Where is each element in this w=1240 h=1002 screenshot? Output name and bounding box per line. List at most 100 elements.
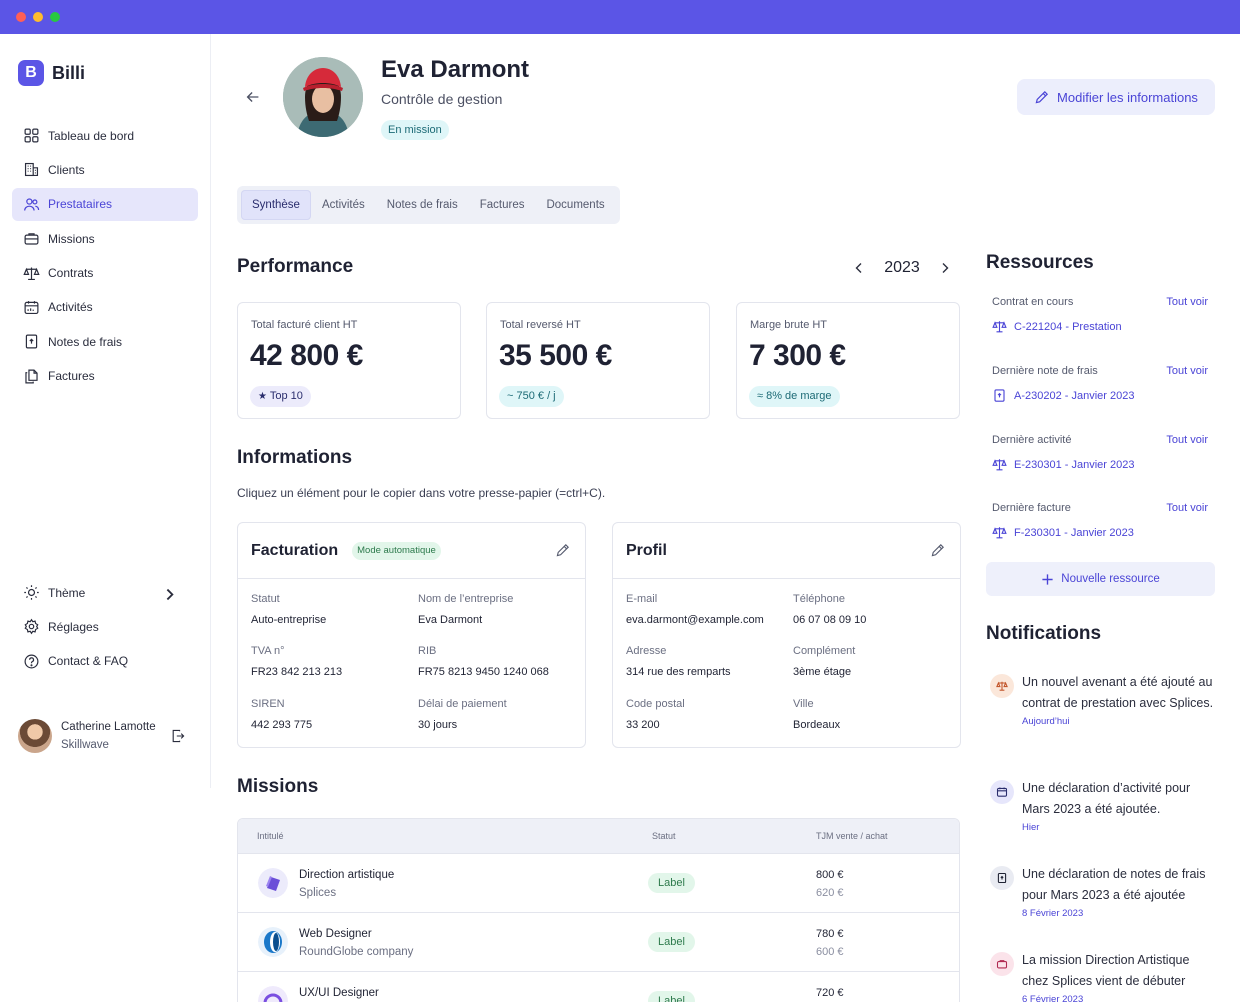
sidebar-item-prestataires[interactable]: Prestataires: [12, 187, 198, 221]
column-header-intitule[interactable]: Intitulé: [257, 831, 284, 841]
status-label: Label: [648, 991, 695, 1002]
field-label: Délai de paiement: [418, 698, 507, 710]
table-row[interactable]: Web Designer RoundGlobe company Label 780…: [238, 913, 959, 972]
see-all-link[interactable]: Tout voir: [1166, 296, 1208, 308]
sidebar-item-activites[interactable]: Activités: [12, 291, 198, 324]
window-close-button[interactable]: [16, 12, 26, 22]
scale-icon: [996, 681, 1008, 691]
field-label: Complément: [793, 645, 856, 657]
resource-facture: Dernière facture Tout voir F-230301 - Ja…: [992, 502, 1208, 552]
see-all-link[interactable]: Tout voir: [1166, 365, 1208, 377]
card-header: Facturation Mode automatique: [238, 523, 585, 579]
column-header-statut[interactable]: Statut: [652, 831, 676, 841]
field-ville[interactable]: Ville Bordeaux: [793, 694, 840, 736]
kpi-card-marge-brute: Marge brute HT 7 300 € ≈ 8% de marge: [736, 302, 960, 419]
window-maximize-button[interactable]: [50, 12, 60, 22]
table-row[interactable]: Direction artistique Splices Label 800 € 6…: [238, 854, 959, 913]
field-value: FR23 842 213 213: [251, 666, 343, 678]
back-arrow-icon[interactable]: [244, 88, 262, 106]
current-user[interactable]: Catherine Lamotte Skillwave: [18, 716, 198, 756]
briefcase-icon: [996, 960, 1008, 969]
pencil-icon[interactable]: [930, 542, 946, 558]
logout-icon[interactable]: [170, 728, 186, 744]
tjm-buy: 620 €: [816, 887, 844, 899]
sidebar-item-reglages[interactable]: Réglages: [12, 610, 198, 643]
field-label: RIB: [418, 645, 437, 657]
tab-synthese[interactable]: Synthèse: [241, 190, 311, 220]
resource-link[interactable]: F-230301 - Janvier 2023: [992, 525, 1134, 540]
field-code-postal[interactable]: Code postal 33 200: [626, 694, 685, 736]
sidebar-item-contrats[interactable]: Contrats: [12, 257, 198, 290]
resource-note-de-frais: Dernière note de frais Tout voir A-23020…: [992, 365, 1208, 415]
edit-profile-button[interactable]: Modifier les informations: [1017, 79, 1215, 115]
field-label: Statut: [251, 593, 280, 605]
resource-link[interactable]: E-230301 - Janvier 2023: [992, 457, 1134, 472]
field-adresse[interactable]: Adresse 314 rue des remparts: [626, 641, 731, 683]
status-label: Label: [648, 873, 695, 893]
scale-icon: [992, 527, 1007, 539]
tab-activites[interactable]: Activités: [311, 190, 376, 220]
field-siren[interactable]: SIREN 442 293 775: [251, 694, 312, 736]
notifications-title: Notifications: [986, 623, 1102, 644]
sidebar-item-label: Factures: [48, 369, 95, 384]
sidebar-item-tableau-de-bord[interactable]: Tableau de bord: [12, 119, 198, 152]
field-rib[interactable]: RIB FR75 8213 9450 1240 068: [418, 641, 549, 683]
field-telephone[interactable]: Téléphone 06 07 08 09 10: [793, 589, 866, 631]
documents-icon: [25, 369, 38, 384]
resource-link[interactable]: C-221204 - Prestation: [992, 319, 1122, 334]
sidebar-item-theme[interactable]: Thème: [12, 576, 198, 609]
kpi-value: 42 800 €: [250, 339, 363, 372]
tab-notes-de-frais[interactable]: Notes de frais: [376, 190, 469, 220]
notification-content: Un nouvel avenant a été ajouté au contra…: [1022, 672, 1214, 731]
tab-factures[interactable]: Factures: [469, 190, 536, 220]
grid-icon: [24, 128, 39, 143]
chevron-right-icon[interactable]: [938, 261, 952, 275]
card-header: Profil: [613, 523, 960, 579]
mission-title: Direction artistique: [299, 869, 395, 881]
field-tva[interactable]: TVA n° FR23 842 213 213: [251, 641, 342, 683]
plus-icon: [1042, 573, 1053, 585]
profile-photo: [283, 57, 363, 137]
sidebar-item-factures[interactable]: Factures: [12, 360, 198, 393]
profile-role: Contrôle de gestion: [381, 91, 503, 107]
informations-title: Informations: [237, 447, 353, 468]
sidebar-item-label: Contact & FAQ: [48, 654, 129, 669]
field-label: Nom de l’entreprise: [418, 593, 514, 605]
field-complement[interactable]: Complément 3ème étage: [793, 641, 855, 683]
field-nom-entreprise[interactable]: Nom de l’entreprise Eva Darmont: [418, 589, 513, 631]
notification-content: La mission Direction Artistique chez Spl…: [1022, 950, 1214, 1002]
mission-client: RoundGlobe company: [299, 946, 414, 958]
see-all-link[interactable]: Tout voir: [1166, 502, 1208, 514]
resource-link-text: C-221204 - Prestation: [1014, 320, 1122, 333]
field-value: eva.darmont@example.com: [626, 614, 764, 626]
field-email[interactable]: E-mail eva.darmont@example.com: [626, 589, 764, 631]
calendar-icon: [24, 301, 39, 314]
field-statut[interactable]: Statut Auto-entreprise: [251, 589, 326, 631]
tab-documents[interactable]: Documents: [535, 190, 615, 220]
window-minimize-button[interactable]: [33, 12, 43, 22]
field-label: Code postal: [626, 698, 685, 710]
mission-tjm: 720 €: [816, 984, 844, 1002]
sidebar-item-clients[interactable]: Clients: [12, 153, 198, 186]
new-resource-button[interactable]: Nouvelle ressource: [986, 562, 1215, 596]
field-value: Auto-entreprise: [251, 614, 327, 626]
sidebar-item-label: Prestataires: [48, 197, 113, 212]
field-label: SIREN: [251, 698, 285, 710]
resource-link[interactable]: A-230202 - Janvier 2023: [992, 388, 1134, 403]
see-all-link[interactable]: Tout voir: [1166, 434, 1208, 446]
field-value: 3ème étage: [793, 666, 852, 678]
pencil-icon[interactable]: [555, 542, 571, 558]
tjm-sell: 720 €: [816, 987, 844, 999]
field-delai-paiement[interactable]: Délai de paiement 30 jours: [418, 694, 507, 736]
sidebar-item-notes-de-frais[interactable]: Notes de frais: [12, 325, 198, 358]
sidebar-item-missions[interactable]: Missions: [12, 222, 198, 255]
field-label: Téléphone: [793, 593, 845, 605]
sidebar-item-label: Thème: [48, 585, 86, 600]
resource-label: Dernière note de frais: [992, 365, 1098, 377]
column-header-tjm[interactable]: TJM vente / achat: [816, 831, 888, 841]
app-logo[interactable]: B Billi: [18, 60, 85, 86]
table-row[interactable]: UX/UI Designer Label 720 €: [238, 972, 959, 1002]
profil-card: Profil E-mail eva.darmont@example.com Tél…: [612, 522, 961, 748]
chevron-left-icon[interactable]: [852, 261, 866, 275]
sidebar-item-contact-faq[interactable]: Contact & FAQ: [12, 645, 198, 678]
